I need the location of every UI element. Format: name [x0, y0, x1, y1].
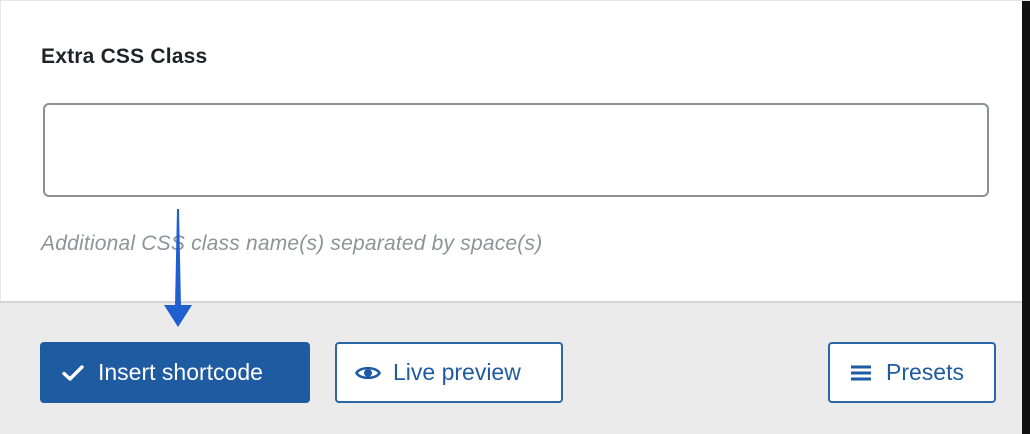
settings-panel: Extra CSS Class Additional CSS class nam… — [0, 1, 1022, 301]
checkmark-icon — [60, 360, 86, 386]
down-arrow-icon — [164, 209, 192, 327]
presets-button[interactable]: Presets — [828, 342, 996, 403]
dialog-footer: Insert shortcode Live preview Presets — [0, 301, 1022, 434]
insert-shortcode-button[interactable]: Insert shortcode — [40, 342, 310, 403]
extra-css-class-help-text: Additional CSS class name(s) separated b… — [41, 232, 543, 255]
eye-icon — [355, 360, 381, 386]
dialog-frame: Extra CSS Class Additional CSS class nam… — [0, 0, 1030, 434]
menu-lines-icon — [848, 360, 874, 386]
insert-shortcode-label: Insert shortcode — [98, 359, 263, 385]
live-preview-button[interactable]: Live preview — [335, 342, 563, 403]
presets-label: Presets — [886, 359, 964, 385]
extra-css-class-label: Extra CSS Class — [41, 45, 208, 68]
extra-css-class-input[interactable] — [43, 103, 989, 197]
window-edge — [1022, 1, 1030, 434]
live-preview-label: Live preview — [393, 359, 521, 385]
